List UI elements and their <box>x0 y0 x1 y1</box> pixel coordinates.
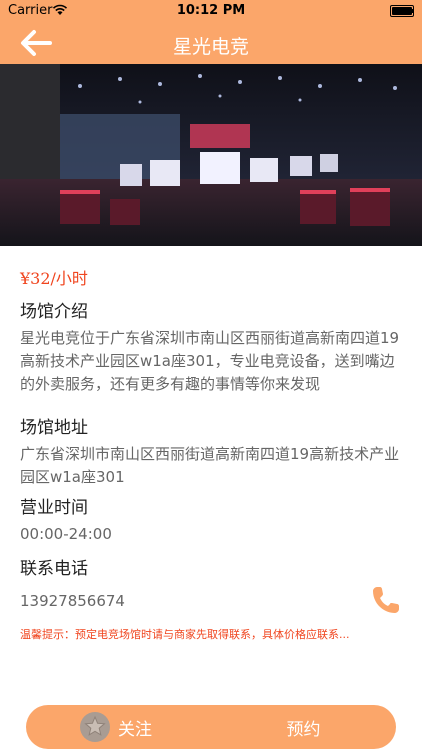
status-time: 10:12 PM <box>176 3 246 18</box>
hours-title: 营业时间 <box>20 498 88 518</box>
price-label: ¥32/小时 <box>20 269 88 288</box>
phone-number: 13927856674 <box>20 592 125 610</box>
phone-title: 联系电话 <box>20 559 88 579</box>
nav-bar: 星光电竞 <box>0 22 422 64</box>
address-title: 场馆地址 <box>20 418 88 438</box>
follow-button[interactable]: 关注 <box>26 705 211 749</box>
call-button[interactable] <box>370 584 402 616</box>
address-text: 广东省深圳市南山区西丽街道高新南四道19高新技术产业园区w1a座301 <box>20 445 400 486</box>
follow-label: 关注 <box>118 720 152 740</box>
book-label: 预约 <box>286 720 321 740</box>
hours-text: 00:00-24:00 <box>20 525 112 543</box>
phone-icon <box>373 587 399 613</box>
intro-text: 星光电竞位于广东省深圳市南山区西丽街道高新南四道19高新技术产业园区w1a座30… <box>20 329 400 393</box>
action-bar: 关注 预约 <box>26 705 396 749</box>
booking-tip: 温馨提示：预定电竞场馆时请与商家先取得联系，具体价格应联系... <box>20 628 350 641</box>
battery-icon <box>390 5 414 17</box>
star-icon <box>80 712 110 742</box>
intro-title: 场馆介绍 <box>20 302 88 322</box>
page-title: 星光电竞 <box>172 36 249 58</box>
venue-photo <box>0 64 422 246</box>
book-button[interactable]: 预约 <box>211 705 396 749</box>
status-bar: Carrier 10:12 PM <box>0 0 422 22</box>
